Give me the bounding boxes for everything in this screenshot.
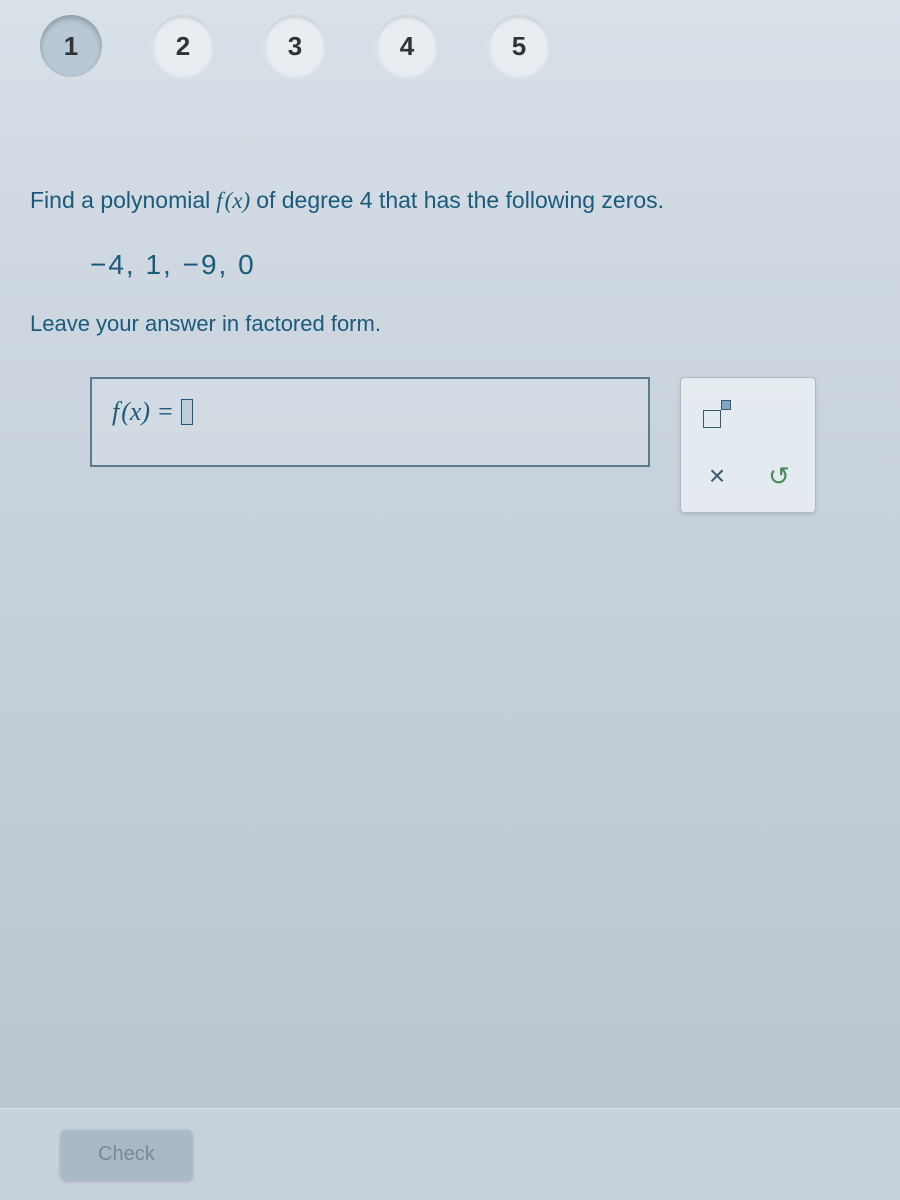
tab-2[interactable]: 2 — [152, 15, 214, 77]
tab-5[interactable]: 5 — [488, 15, 550, 77]
tab-3[interactable]: 3 — [264, 15, 326, 77]
clear-icon: × — [709, 460, 725, 492]
answer-paren: (x) — [121, 397, 150, 427]
content-area: Find a polynomial f (x) of degree 4 that… — [0, 107, 900, 533]
question-text: Find a polynomial f (x) of degree 4 that… — [30, 187, 870, 214]
answer-box[interactable]: f (x) = — [90, 377, 650, 467]
answer-input[interactable] — [181, 399, 193, 425]
zeros-list: −4, 1, −9, 0 — [90, 249, 870, 281]
answer-row: f (x) = × ↺ — [30, 377, 870, 513]
tool-panel: × ↺ — [680, 377, 816, 513]
answer-fn: f — [112, 397, 119, 427]
reset-button[interactable]: ↺ — [751, 448, 807, 504]
question-part1: Find a polynomial — [30, 187, 210, 214]
answer-equals: = — [158, 397, 173, 427]
footer: Check — [0, 1108, 900, 1200]
question-fn: f — [216, 188, 222, 214]
tab-container: 1 2 3 4 5 — [0, 0, 900, 107]
tab-4[interactable]: 4 — [376, 15, 438, 77]
instruction-text: Leave your answer in factored form. — [30, 311, 870, 337]
question-part2: of degree 4 that has the following zeros… — [256, 187, 664, 214]
check-button[interactable]: Check — [60, 1129, 193, 1180]
question-paren: (x) — [225, 188, 251, 214]
exponent-button[interactable] — [689, 386, 745, 442]
clear-button[interactable]: × — [689, 448, 745, 504]
answer-content: f (x) = — [112, 397, 193, 427]
tab-1[interactable]: 1 — [40, 15, 102, 77]
reset-icon: ↺ — [768, 461, 790, 492]
exponent-icon — [703, 400, 731, 428]
